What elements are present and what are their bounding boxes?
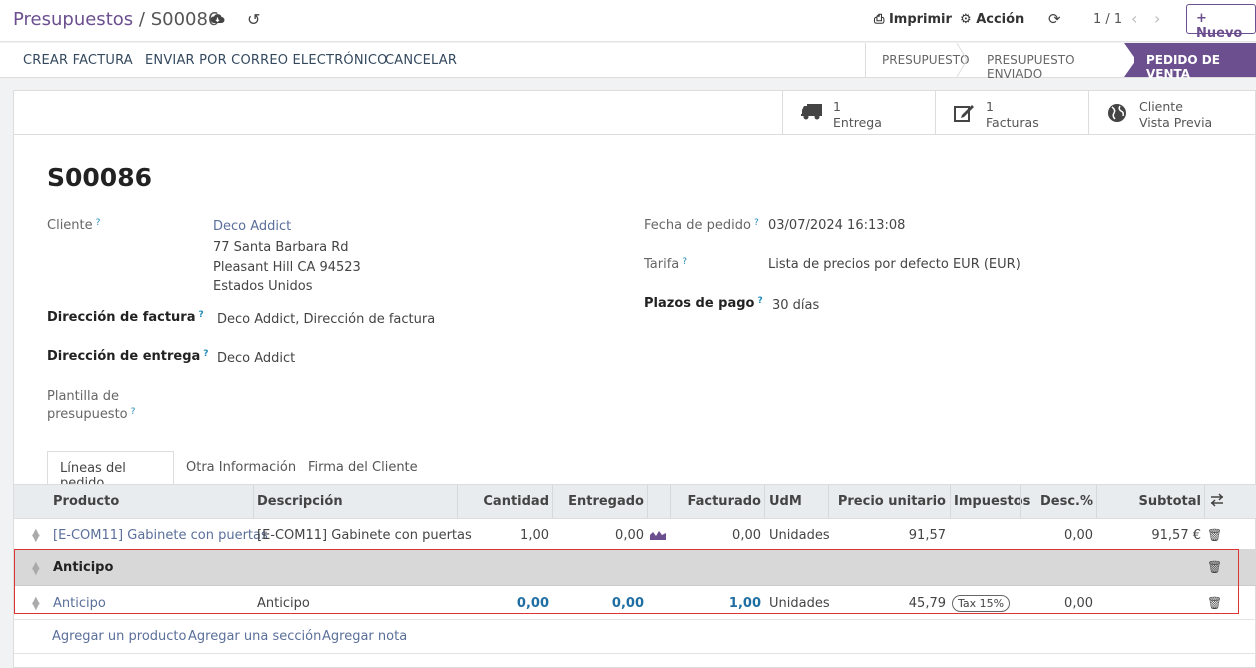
cliente-name[interactable]: Deco Addict — [213, 219, 291, 234]
plantilla-label: Plantilla de — [47, 389, 119, 404]
form-sheet: 1 Entrega 1 Facturas Cliente Vista Previ… — [13, 90, 1256, 668]
cliente-address-line-3: Estados Unidos — [213, 279, 313, 294]
dir-entrega-label: Dirección de entrega? — [47, 349, 209, 364]
help-icon: ? — [198, 310, 204, 320]
discard-icon[interactable]: ↺ — [247, 10, 260, 29]
edit-icon — [954, 103, 976, 127]
highlight-box — [14, 549, 1239, 614]
tab-other-info[interactable]: Otra Información — [185, 451, 296, 485]
col-descripcion[interactable]: Descripción — [257, 494, 343, 509]
smart-button-box: 1 Entrega 1 Facturas Cliente Vista Previ… — [14, 91, 1256, 135]
row-entregado[interactable]: 0,00 — [615, 528, 644, 543]
cliente-label: Cliente? — [47, 218, 101, 233]
globe-icon — [1107, 103, 1127, 128]
dir-factura-field[interactable]: Deco Addict, Dirección de factura — [217, 312, 435, 327]
plazos-label: Plazos de pago? — [644, 296, 763, 311]
new-button[interactable]: + Nuevo — [1186, 4, 1256, 41]
refresh-icon[interactable]: ⟳ — [1048, 10, 1061, 28]
col-impuestos[interactable]: Impuestos — [954, 494, 1030, 509]
help-icon: ? — [753, 218, 759, 228]
tarifa-field[interactable]: Lista de precios por defecto EUR (EUR) — [768, 257, 1021, 272]
invoices-smart-button[interactable]: 1 Facturas — [935, 91, 1088, 135]
tab-order-lines[interactable]: Líneas del pedido — [47, 451, 174, 491]
breadcrumb: Presupuestos / S00086 — [13, 9, 219, 30]
divider — [14, 619, 1256, 620]
record-title: S00086 — [47, 163, 152, 192]
dir-factura-label: Dirección de factura? — [47, 310, 204, 325]
chevron-right-icon[interactable]: › — [1154, 9, 1160, 28]
status-pedido-de-venta[interactable]: PEDIDO DE VENTA — [1134, 43, 1256, 81]
tarifa-label: Tarifa? — [644, 257, 688, 272]
plus-icon: + — [1196, 11, 1207, 26]
status-presupuesto[interactable]: PRESUPUESTO — [865, 43, 970, 77]
col-producto[interactable]: Producto — [53, 494, 119, 509]
cancel-button[interactable]: CANCELAR — [385, 53, 457, 68]
fecha-field[interactable]: 03/07/2024 16:13:08 — [768, 218, 905, 233]
row-producto[interactable]: [E-COM11] Gabinete con puertas — [53, 528, 268, 543]
row-cantidad[interactable]: 1,00 — [520, 528, 549, 543]
plazos-field[interactable]: 30 días — [772, 298, 819, 313]
breadcrumb-root[interactable]: Presupuestos — [13, 9, 133, 30]
action-button[interactable]: ⚙ Acción — [960, 12, 1024, 27]
status-arrow-1 — [957, 43, 968, 77]
help-icon: ? — [203, 349, 209, 359]
add-note-link[interactable]: Agregar nota — [322, 629, 407, 644]
dir-entrega-field[interactable]: Deco Addict — [217, 351, 295, 366]
fecha-label: Fecha de pedido? — [644, 218, 759, 233]
customer-preview-smart-button[interactable]: Cliente Vista Previa — [1088, 91, 1256, 135]
col-cantidad[interactable]: Cantidad — [483, 494, 549, 509]
action-bar: CREAR FACTURA ENVIAR POR CORREO ELECTRÓN… — [0, 43, 1256, 81]
table-header: Producto Descripción Cantidad Entregado … — [14, 484, 1256, 519]
col-subtotal[interactable]: Subtotal — [1138, 494, 1201, 509]
help-icon: ? — [757, 296, 763, 306]
cliente-address-line-1: 77 Santa Barbara Rd — [213, 240, 349, 255]
cliente-address-line-2: Pleasant Hill CA 94523 — [213, 260, 361, 275]
row-desc[interactable]: 0,00 — [1064, 528, 1093, 543]
help-icon: ? — [130, 407, 136, 417]
notebook-tabs: Líneas del pedido Otra Información Firma… — [14, 451, 1256, 491]
col-facturado[interactable]: Facturado — [688, 494, 762, 509]
truck-icon — [801, 103, 823, 125]
plantilla-field[interactable] — [217, 391, 597, 409]
tab-customer-signature[interactable]: Firma del Cliente — [308, 451, 418, 485]
row-descripcion[interactable]: [E-COM11] Gabinete con puertas — [257, 528, 472, 543]
pager-value[interactable]: 1 / 1 — [1093, 12, 1122, 27]
add-product-link[interactable]: Agregar un producto — [52, 629, 186, 644]
forecast-chart-icon[interactable] — [650, 529, 666, 544]
plantilla-label-2: presupuesto? — [47, 407, 136, 422]
help-icon: ? — [95, 218, 101, 228]
cloud-save-icon[interactable] — [210, 12, 225, 29]
add-section-link[interactable]: Agregar una sección — [188, 629, 321, 644]
row-facturado: 0,00 — [732, 528, 761, 543]
send-email-button[interactable]: ENVIAR POR CORREO ELECTRÓNICO — [145, 53, 388, 68]
col-entregado[interactable]: Entregado — [568, 494, 644, 509]
col-desc[interactable]: Desc.% — [1040, 494, 1093, 509]
col-udm[interactable]: UdM — [769, 494, 802, 509]
print-button[interactable]: ⎙ Imprimir — [874, 12, 952, 27]
optional-columns-icon[interactable] — [1210, 493, 1224, 511]
control-panel: Presupuestos / S00086 ↺ ⎙ Imprimir ⚙ Acc… — [0, 0, 1256, 42]
help-icon: ? — [682, 257, 688, 267]
row-subtotal: 91,57 € — [1151, 528, 1201, 543]
row-udm[interactable]: Unidades — [769, 528, 830, 543]
status-presupuesto-enviado[interactable]: PRESUPUESTO ENVIADO — [977, 43, 1127, 81]
print-icon: ⎙ — [874, 12, 885, 27]
delivery-smart-button[interactable]: 1 Entrega — [782, 91, 935, 135]
col-precio-unitario[interactable]: Precio unitario — [838, 494, 946, 509]
table-row[interactable]: ▲ ▼ [E-COM11] Gabinete con puertas [E-COM… — [14, 519, 1256, 549]
drag-handle-icon[interactable]: ▲ ▼ — [32, 528, 40, 544]
breadcrumb-separator: / — [138, 9, 145, 30]
create-invoice-button[interactable]: CREAR FACTURA — [23, 53, 133, 68]
chevron-left-icon[interactable]: ‹ — [1131, 9, 1137, 28]
row-precio[interactable]: 91,57 — [909, 528, 946, 543]
gear-icon: ⚙ — [960, 12, 972, 27]
divider — [14, 653, 1256, 654]
trash-icon[interactable]: 🗑 — [1207, 528, 1222, 542]
